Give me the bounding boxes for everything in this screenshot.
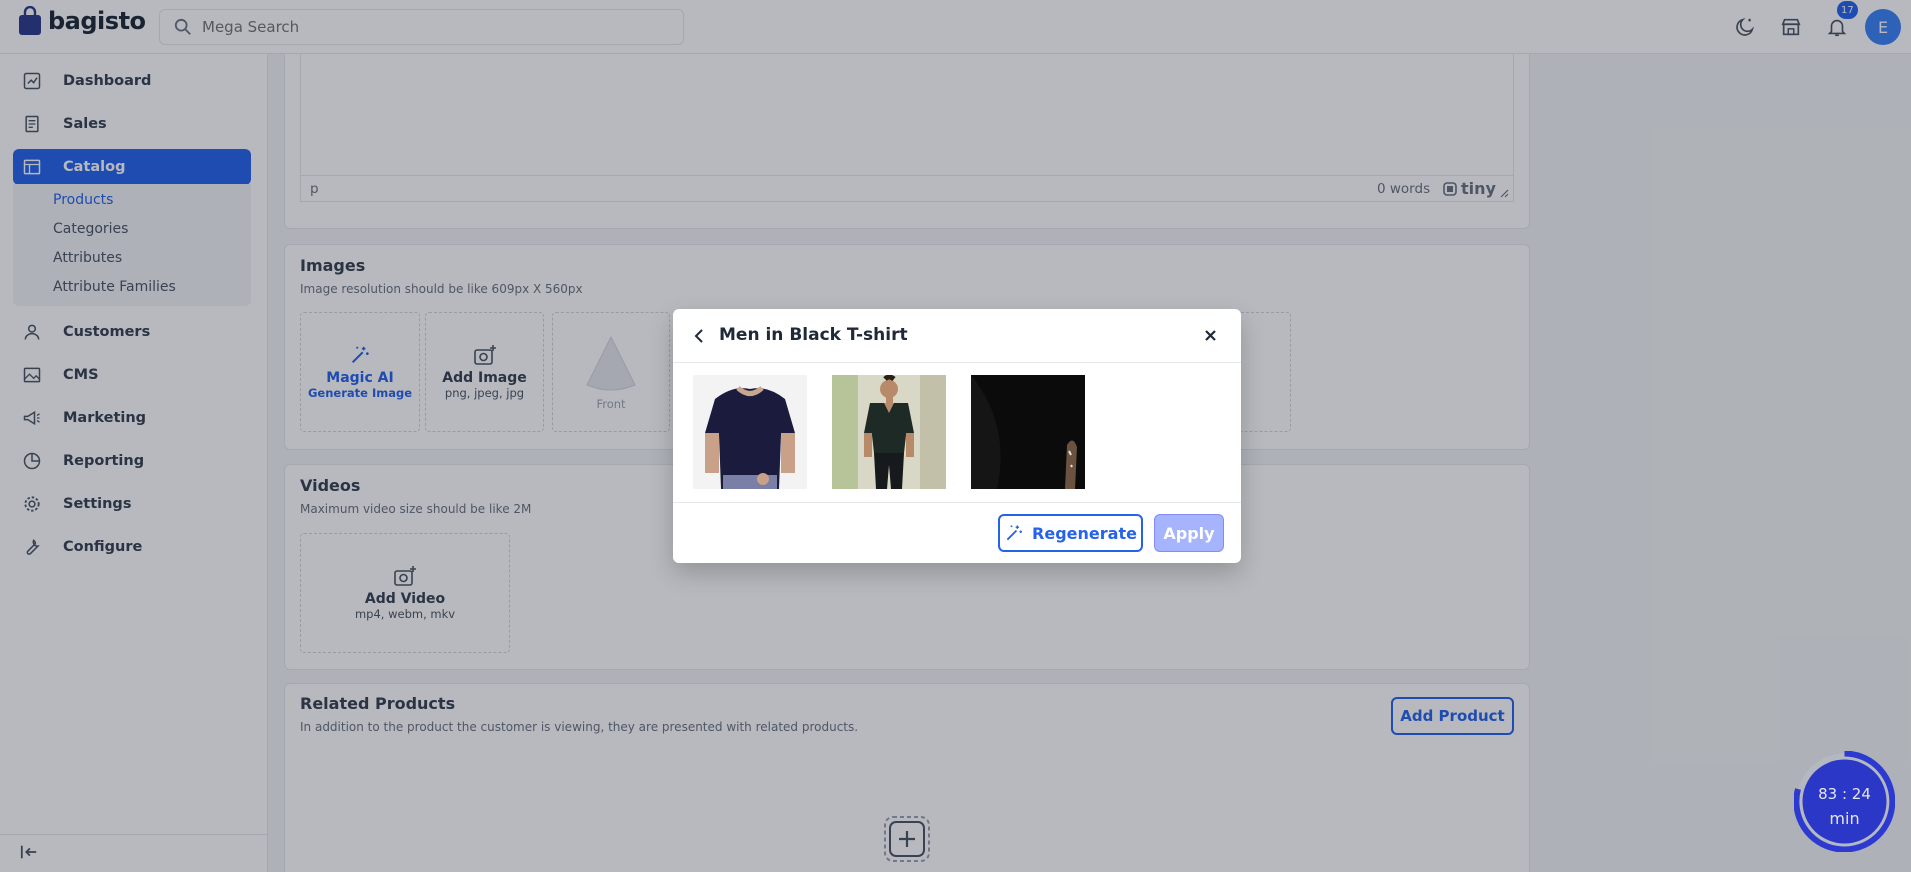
modal-header: Men in Black T-shirt — [673, 309, 1241, 363]
generated-image-2[interactable] — [832, 375, 946, 489]
timer-widget: 83 : 24 min — [1793, 750, 1896, 853]
apply-button[interactable]: Apply — [1154, 514, 1224, 552]
magic-ai-image-modal: Men in Black T-shirt Regenerate Apply — [673, 309, 1241, 563]
regenerate-button[interactable]: Regenerate — [998, 514, 1143, 552]
timer-unit: min — [1829, 809, 1860, 828]
generated-image-3[interactable] — [971, 375, 1085, 489]
man-tshirt-image — [832, 375, 946, 489]
close-icon[interactable] — [1204, 329, 1217, 342]
black-tshirt-closeup-image — [971, 375, 1085, 489]
generated-image-1[interactable] — [693, 375, 807, 489]
back-arrow-icon[interactable] — [693, 329, 705, 343]
tshirt-image — [693, 375, 807, 489]
modal-footer: Regenerate Apply — [673, 502, 1241, 563]
magic-wand-icon — [1006, 525, 1022, 541]
regenerate-label: Regenerate — [1032, 523, 1137, 543]
modal-title: Men in Black T-shirt — [719, 325, 908, 345]
timer-value: 83 : 24 — [1818, 785, 1871, 803]
